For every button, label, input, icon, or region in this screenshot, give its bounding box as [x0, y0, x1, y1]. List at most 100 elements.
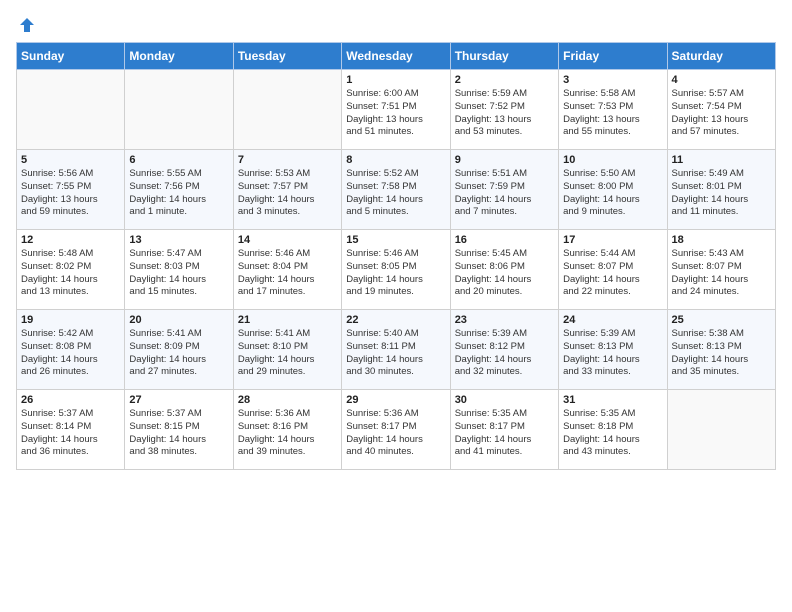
day-info: Sunrise: 5:49 AM — [672, 168, 771, 181]
calendar-cell — [233, 70, 341, 150]
day-info: Daylight: 14 hours — [21, 434, 120, 447]
day-info: Daylight: 14 hours — [129, 194, 228, 207]
day-info: Daylight: 14 hours — [455, 354, 554, 367]
day-info: Daylight: 14 hours — [672, 274, 771, 287]
weekday-header-tuesday: Tuesday — [233, 43, 341, 70]
day-info: and 1 minute. — [129, 206, 228, 219]
page-header — [16, 16, 776, 30]
day-number: 9 — [455, 154, 554, 166]
calendar-cell: 22Sunrise: 5:40 AMSunset: 8:11 PMDayligh… — [342, 310, 450, 390]
calendar-cell: 17Sunrise: 5:44 AMSunset: 8:07 PMDayligh… — [559, 230, 667, 310]
day-info: Sunrise: 5:42 AM — [21, 328, 120, 341]
weekday-header-row: SundayMondayTuesdayWednesdayThursdayFrid… — [17, 43, 776, 70]
day-info: Sunset: 8:04 PM — [238, 261, 337, 274]
day-info: Sunrise: 5:55 AM — [129, 168, 228, 181]
day-number: 25 — [672, 314, 771, 326]
calendar-cell: 19Sunrise: 5:42 AMSunset: 8:08 PMDayligh… — [17, 310, 125, 390]
day-info: Sunrise: 5:43 AM — [672, 248, 771, 261]
day-info: Sunrise: 5:52 AM — [346, 168, 445, 181]
day-number: 2 — [455, 74, 554, 86]
day-number: 10 — [563, 154, 662, 166]
day-info: Daylight: 14 hours — [129, 434, 228, 447]
day-info: Sunrise: 5:40 AM — [346, 328, 445, 341]
day-info: Sunset: 8:14 PM — [21, 421, 120, 434]
day-number: 14 — [238, 234, 337, 246]
day-info: Sunrise: 5:35 AM — [563, 408, 662, 421]
day-info: Sunset: 8:01 PM — [672, 181, 771, 194]
day-info: and 17 minutes. — [238, 286, 337, 299]
day-info: Daylight: 14 hours — [563, 434, 662, 447]
day-info: Daylight: 14 hours — [563, 274, 662, 287]
day-info: Sunrise: 5:48 AM — [21, 248, 120, 261]
calendar-cell: 5Sunrise: 5:56 AMSunset: 7:55 PMDaylight… — [17, 150, 125, 230]
day-info: and 19 minutes. — [346, 286, 445, 299]
day-info: Daylight: 14 hours — [21, 274, 120, 287]
day-info: Daylight: 14 hours — [563, 194, 662, 207]
day-info: and 57 minutes. — [672, 126, 771, 139]
calendar-cell: 14Sunrise: 5:46 AMSunset: 8:04 PMDayligh… — [233, 230, 341, 310]
day-info: and 26 minutes. — [21, 366, 120, 379]
day-info: Sunrise: 5:37 AM — [129, 408, 228, 421]
day-info: and 41 minutes. — [455, 446, 554, 459]
day-info: and 20 minutes. — [455, 286, 554, 299]
day-info: Sunset: 8:02 PM — [21, 261, 120, 274]
day-number: 31 — [563, 394, 662, 406]
day-number: 21 — [238, 314, 337, 326]
calendar-cell — [17, 70, 125, 150]
day-info: and 39 minutes. — [238, 446, 337, 459]
day-info: Sunset: 8:00 PM — [563, 181, 662, 194]
day-info: Daylight: 14 hours — [563, 354, 662, 367]
day-info: Sunset: 7:55 PM — [21, 181, 120, 194]
day-info: Daylight: 14 hours — [238, 194, 337, 207]
day-info: Sunrise: 5:59 AM — [455, 88, 554, 101]
day-number: 15 — [346, 234, 445, 246]
day-info: and 11 minutes. — [672, 206, 771, 219]
calendar-cell: 12 Sunrise: 5:48 AMSunset: 8:02 PMDayligh… — [17, 230, 125, 310]
day-info: Sunrise: 5:47 AM — [129, 248, 228, 261]
day-number: 24 — [563, 314, 662, 326]
day-info: Daylight: 13 hours — [563, 114, 662, 127]
calendar-cell: 28Sunrise: 5:36 AMSunset: 8:16 PMDayligh… — [233, 390, 341, 470]
day-info: and 24 minutes. — [672, 286, 771, 299]
calendar-cell: 29Sunrise: 5:36 AMSunset: 8:17 PMDayligh… — [342, 390, 450, 470]
day-number: 5 — [21, 154, 120, 166]
day-info: Daylight: 13 hours — [21, 194, 120, 207]
day-number: 8 — [346, 154, 445, 166]
day-info: and 9 minutes. — [563, 206, 662, 219]
calendar-cell: 7Sunrise: 5:53 AMSunset: 7:57 PMDaylight… — [233, 150, 341, 230]
day-info: and 55 minutes. — [563, 126, 662, 139]
day-info: Sunset: 7:58 PM — [346, 181, 445, 194]
day-number: 3 — [563, 74, 662, 86]
day-number: 28 — [238, 394, 337, 406]
day-info: Sunset: 8:15 PM — [129, 421, 228, 434]
day-info: Sunset: 8:17 PM — [455, 421, 554, 434]
day-info: Daylight: 13 hours — [455, 114, 554, 127]
day-info: Daylight: 13 hours — [672, 114, 771, 127]
day-number: 12 — [21, 234, 120, 246]
day-info: Sunrise: 5:36 AM — [238, 408, 337, 421]
day-info: Sunrise: 5:50 AM — [563, 168, 662, 181]
logo — [16, 16, 36, 30]
day-info: Sunset: 7:53 PM — [563, 101, 662, 114]
day-info: Daylight: 14 hours — [346, 274, 445, 287]
calendar-cell: 2Sunrise: 5:59 AMSunset: 7:52 PMDaylight… — [450, 70, 558, 150]
day-info: Sunrise: 5:46 AM — [238, 248, 337, 261]
day-number: 26 — [21, 394, 120, 406]
day-number: 22 — [346, 314, 445, 326]
day-info: Sunset: 7:56 PM — [129, 181, 228, 194]
day-info: and 15 minutes. — [129, 286, 228, 299]
day-number: 30 — [455, 394, 554, 406]
day-info: Sunset: 7:51 PM — [346, 101, 445, 114]
day-info: Sunrise: 5:35 AM — [455, 408, 554, 421]
weekday-header-wednesday: Wednesday — [342, 43, 450, 70]
day-info: Daylight: 14 hours — [129, 274, 228, 287]
day-number: 1 — [346, 74, 445, 86]
day-number: 17 — [563, 234, 662, 246]
day-info: and 36 minutes. — [21, 446, 120, 459]
day-number: 6 — [129, 154, 228, 166]
day-info: Daylight: 14 hours — [346, 354, 445, 367]
weekday-header-saturday: Saturday — [667, 43, 775, 70]
day-info: and 38 minutes. — [129, 446, 228, 459]
day-info: Sunrise: 5:38 AM — [672, 328, 771, 341]
calendar-cell: 8Sunrise: 5:52 AMSunset: 7:58 PMDaylight… — [342, 150, 450, 230]
